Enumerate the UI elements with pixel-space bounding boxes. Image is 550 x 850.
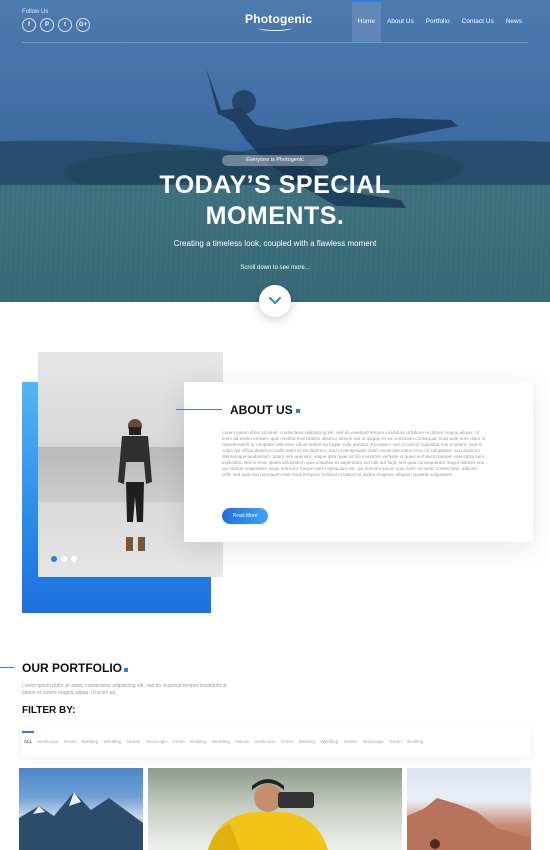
facebook-icon[interactable]: f bbox=[22, 18, 36, 32]
nav-home[interactable]: Home bbox=[351, 0, 382, 42]
google-plus-icon[interactable]: G+ bbox=[76, 18, 90, 32]
photographer-yellow-jacket-image bbox=[208, 779, 328, 850]
about-title-line bbox=[176, 409, 222, 410]
nav-about-us[interactable]: About Us bbox=[381, 0, 420, 42]
hero-subline: Creating a timeless look, coupled with a… bbox=[173, 239, 377, 248]
mountain-image bbox=[19, 792, 143, 850]
filter-item[interactable]: landscape bbox=[361, 739, 387, 744]
filter-item[interactable]: Wedding bbox=[101, 739, 124, 744]
filter-item[interactable]: Nature bbox=[233, 739, 252, 744]
pinterest-icon[interactable]: P bbox=[40, 18, 54, 32]
filter-item[interactable]: Green bbox=[279, 739, 297, 744]
canyon-image bbox=[407, 798, 531, 850]
twitter-icon[interactable]: t bbox=[58, 18, 72, 32]
filter-item[interactable]: Green bbox=[387, 739, 405, 744]
about-title-dot bbox=[296, 409, 300, 413]
hero-badge: Everyone is Photogenic bbox=[222, 155, 328, 166]
slider-dot-3[interactable] bbox=[71, 556, 77, 562]
site-logo[interactable]: Photogenic bbox=[245, 12, 312, 26]
filter-item[interactable]: Building bbox=[188, 739, 210, 744]
portfolio-title-dot bbox=[124, 668, 128, 672]
portfolio-title: OUR PORTFOLIO bbox=[22, 661, 122, 675]
filter-all[interactable]: ALL bbox=[22, 731, 35, 744]
chevron-down-icon bbox=[269, 297, 281, 305]
scroll-note: Scroll down to see more... bbox=[240, 265, 310, 271]
nav-contact-us[interactable]: Contact Us bbox=[456, 0, 500, 42]
nav-news[interactable]: News bbox=[500, 0, 528, 42]
slider-dot-2[interactable] bbox=[61, 556, 67, 562]
filter-item[interactable]: Wedding bbox=[210, 739, 233, 744]
scroll-down-button[interactable] bbox=[259, 285, 291, 317]
main-nav: Home About Us Portfolio Contact Us News bbox=[351, 0, 528, 42]
filter-list: ALL landscape Green Building Wedding Nat… bbox=[22, 731, 427, 744]
social-links: f P t G+ bbox=[22, 18, 90, 32]
slider-dots bbox=[51, 556, 77, 562]
filter-item[interactable]: Building bbox=[405, 739, 427, 744]
hero-headline-line2: MOMENTS. bbox=[205, 202, 345, 230]
portfolio-tile-mountains[interactable] bbox=[19, 768, 143, 850]
filter-item[interactable]: landscape bbox=[144, 739, 170, 744]
filter-item[interactable]: landscape bbox=[252, 739, 278, 744]
filter-item[interactable]: Nature bbox=[342, 739, 361, 744]
filter-item[interactable]: Building bbox=[297, 739, 319, 744]
hero-overlay bbox=[0, 0, 550, 302]
logo-swoosh bbox=[258, 25, 292, 31]
portfolio-tile-canyon[interactable] bbox=[407, 768, 531, 850]
hero-headline-line1: TODAY’S SPECIAL bbox=[159, 171, 391, 199]
follow-us-label: Follow Us bbox=[22, 9, 49, 15]
header-divider bbox=[22, 42, 528, 43]
portfolio-title-line bbox=[0, 667, 14, 668]
portfolio-text: Lorem ipsum dolor sit amet, consectetur … bbox=[22, 683, 227, 696]
filter-item[interactable]: Building bbox=[80, 739, 102, 744]
slider-dot-1[interactable] bbox=[51, 556, 57, 562]
about-title: ABOUT US bbox=[230, 403, 293, 417]
read-more-button[interactable]: Read More bbox=[222, 508, 268, 524]
filter-item[interactable]: Green bbox=[62, 739, 80, 744]
portfolio-tile-photographer[interactable] bbox=[148, 768, 402, 850]
filter-item[interactable]: Nature bbox=[125, 739, 144, 744]
page: Follow Us f P t G+ Photogenic Home About… bbox=[0, 0, 550, 850]
filter-item[interactable]: Green bbox=[170, 739, 188, 744]
photographer-image bbox=[118, 419, 152, 551]
hero-section: Follow Us f P t G+ Photogenic Home About… bbox=[0, 0, 550, 302]
filter-item[interactable]: Wedding bbox=[318, 739, 341, 744]
filter-title: FILTER BY: bbox=[22, 705, 76, 716]
about-text: Lorem ipsum dolor sit amet, consectetur … bbox=[222, 430, 486, 477]
filter-item[interactable]: landscape bbox=[35, 739, 61, 744]
nav-portfolio[interactable]: Portfolio bbox=[420, 0, 456, 42]
hero-headline: TODAY’S SPECIAL MOMENTS. bbox=[100, 170, 450, 232]
